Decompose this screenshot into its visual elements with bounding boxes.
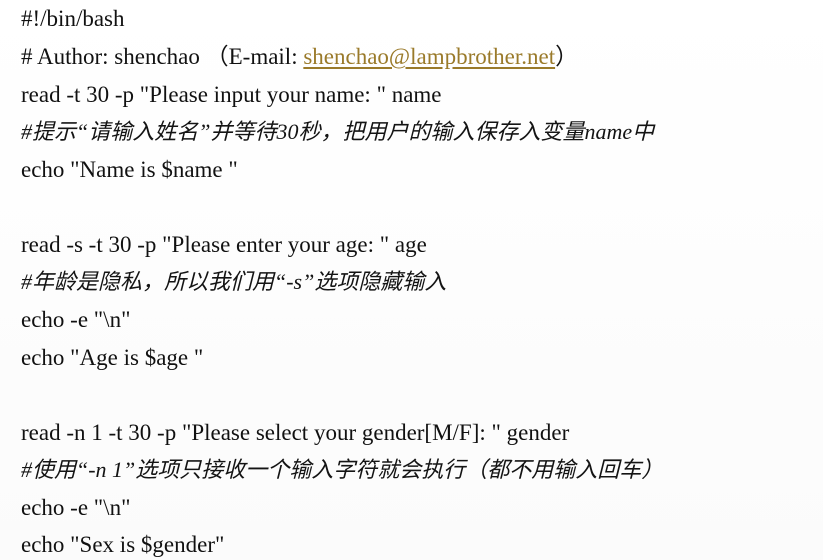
read-gender-line: read -n 1 -t 30 -p "Please select your g… <box>21 420 570 445</box>
author-prefix: # Author: shenchao （E-mail: <box>21 44 304 69</box>
echo-gender-line: echo "Sex is $gender" <box>21 532 225 557</box>
email-link[interactable]: shenchao@lampbrother.net <box>303 44 555 69</box>
echo-newline-line-1: echo -e "\n" <box>21 307 131 332</box>
author-line: # Author: shenchao （E-mail: shenchao@lam… <box>21 42 578 72</box>
echo-name-line: echo "Name is $name " <box>21 157 238 182</box>
shebang-line: #!/bin/bash <box>21 6 125 31</box>
echo-newline-line-2: echo -e "\n" <box>21 495 131 520</box>
read-name-line: read -t 30 -p "Please input your name: "… <box>21 82 442 107</box>
echo-age-line: echo "Age is $age " <box>21 345 204 370</box>
author-suffix: ） <box>555 44 579 69</box>
read-age-line: read -s -t 30 -p "Please enter your age:… <box>21 232 427 257</box>
comment-name-line: #提示“请输入姓名”并等待30秒，把用户的输入保存入变量name中 <box>21 119 655 144</box>
comment-gender-line: #使用“-n 1”选项只接收一个输入字符就会执行（都不用输入回车） <box>21 457 664 482</box>
comment-age-line: #年龄是隐私，所以我们用“-s”选项隐藏输入 <box>21 269 447 294</box>
script-document: #!/bin/bash # Author: shenchao （E-mail: … <box>0 0 823 560</box>
